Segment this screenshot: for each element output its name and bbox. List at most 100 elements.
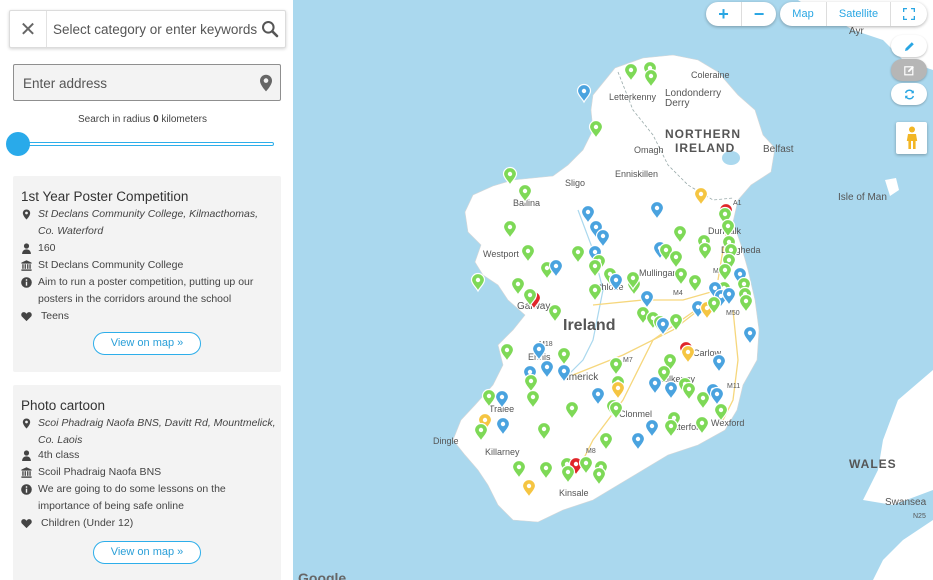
map-marker-dot — [575, 249, 581, 255]
zoom-controls: + − — [706, 2, 776, 26]
fullscreen-button[interactable] — [890, 2, 927, 26]
map-marker-dot — [544, 265, 550, 271]
draw-tool-button[interactable] — [891, 35, 927, 57]
map-marker-dot — [553, 263, 559, 269]
map-marker-dot — [486, 393, 492, 399]
view-on-map-button[interactable]: View on map » — [93, 332, 201, 355]
map-marker-dot — [593, 124, 599, 130]
edit-tool-button[interactable] — [891, 59, 927, 81]
result-organisation: Scoil Phadraig Naofa BNS — [21, 464, 276, 481]
label-road-m50: M50 — [726, 310, 740, 317]
label-northern-ireland-1: NORTHERN — [665, 127, 741, 141]
map-marker-dot — [695, 304, 701, 310]
search-icon[interactable] — [261, 20, 279, 38]
map-marker-green[interactable] — [470, 272, 486, 293]
label-wexford: Wexford — [711, 418, 744, 428]
map-marker-dot — [581, 88, 587, 94]
land-isle-of-man — [885, 178, 899, 196]
result-card: 1st Year Poster Competition St Declans C… — [13, 176, 281, 372]
map-marker-dot — [500, 421, 506, 427]
map-marker-dot — [482, 417, 488, 423]
map-marker-dot — [561, 368, 567, 374]
zoom-in-button[interactable]: + — [706, 2, 741, 26]
map-marker-dot — [663, 247, 669, 253]
map-marker-dot — [569, 405, 575, 411]
map-marker-dot — [593, 224, 599, 230]
refresh-icon — [904, 89, 914, 99]
map-marker-dot — [722, 211, 728, 217]
radius-label: Search in radius 0 kilometers — [0, 114, 285, 125]
map-marker-dot — [516, 464, 522, 470]
map-base[interactable]: Ireland NORTHERN IRELAND WALES Isle of M… — [293, 0, 933, 580]
result-description: We are going to do some lessons on the i… — [21, 481, 276, 515]
category-search-input[interactable] — [53, 18, 258, 40]
label-kinsale: Kinsale — [559, 488, 589, 498]
map-marker-dot — [711, 300, 717, 306]
label-road-m8: M8 — [586, 448, 596, 455]
street-view-pegman[interactable] — [896, 122, 927, 154]
view-on-map-button[interactable]: View on map » — [93, 541, 201, 564]
map-marker-icon — [22, 418, 31, 429]
map-marker-dot — [702, 246, 708, 252]
map-type-map-button[interactable]: Map — [780, 2, 826, 26]
map-marker-dot — [668, 385, 674, 391]
map-marker-dot — [504, 347, 510, 353]
map-marker-dot — [565, 469, 571, 475]
radius-slider[interactable] — [6, 132, 274, 156]
category-search-box: ✕ — [9, 10, 286, 48]
refresh-button[interactable] — [891, 83, 927, 105]
map-marker-dot — [603, 436, 609, 442]
map-marker-dot — [660, 321, 666, 327]
label-belfast: Belfast — [763, 144, 794, 155]
clear-search-button[interactable]: ✕ — [10, 11, 47, 47]
map-marker-dot — [552, 308, 558, 314]
map-marker-dot — [648, 73, 654, 79]
label-swansea: Swansea — [885, 497, 927, 508]
map-marker-dot — [527, 292, 533, 298]
map-marker-dot — [596, 471, 602, 477]
heart-icon — [21, 519, 32, 529]
map-marker-blue[interactable] — [576, 83, 592, 104]
user-icon — [22, 450, 31, 461]
map-marker-dot — [644, 294, 650, 300]
map-marker-dot — [561, 351, 567, 357]
label-letterkenny: Letterkenny — [609, 92, 657, 102]
map-marker-dot — [673, 254, 679, 260]
map-marker-dot — [527, 369, 533, 375]
map-marker-dot — [700, 395, 706, 401]
map-marker-dot — [652, 380, 658, 386]
label-northern-ireland-2: IRELAND — [675, 141, 735, 155]
zoom-out-button[interactable]: − — [741, 2, 776, 26]
address-search-box — [13, 64, 281, 101]
map-marker-dot — [714, 391, 720, 397]
map-canvas[interactable]: Ireland NORTHERN IRELAND WALES Isle of M… — [293, 0, 933, 580]
map-marker-dot — [544, 364, 550, 370]
location-pin-icon[interactable] — [259, 74, 273, 92]
heart-icon — [21, 312, 32, 322]
pegman-icon — [906, 126, 917, 149]
map-marker-dot — [635, 436, 641, 442]
map-marker-dot — [522, 188, 528, 194]
result-participants: 160 — [21, 240, 276, 257]
map-marker-dot — [722, 267, 728, 273]
radius-slider-track[interactable] — [16, 142, 274, 146]
map-marker-dot — [528, 378, 534, 384]
map-marker-dot — [649, 423, 655, 429]
land-wales — [863, 370, 933, 505]
map-marker-dot — [525, 248, 531, 254]
map-marker-dot — [718, 407, 724, 413]
radius-slider-thumb[interactable] — [6, 132, 30, 156]
map-marker-dot — [592, 249, 598, 255]
map-marker-dot — [686, 386, 692, 392]
radius-suffix: kilometers — [161, 114, 207, 125]
label-coleraine: Coleraine — [691, 70, 730, 80]
map-marker-dot — [712, 285, 718, 291]
info-icon — [21, 277, 32, 288]
map-type-satellite-button[interactable]: Satellite — [826, 2, 890, 26]
map-marker-dot — [741, 281, 747, 287]
map-marker-dot — [585, 209, 591, 215]
address-input[interactable] — [23, 73, 248, 93]
map-marker-dot — [747, 330, 753, 336]
map-marker-dot — [592, 263, 598, 269]
map-marker-dot — [615, 385, 621, 391]
